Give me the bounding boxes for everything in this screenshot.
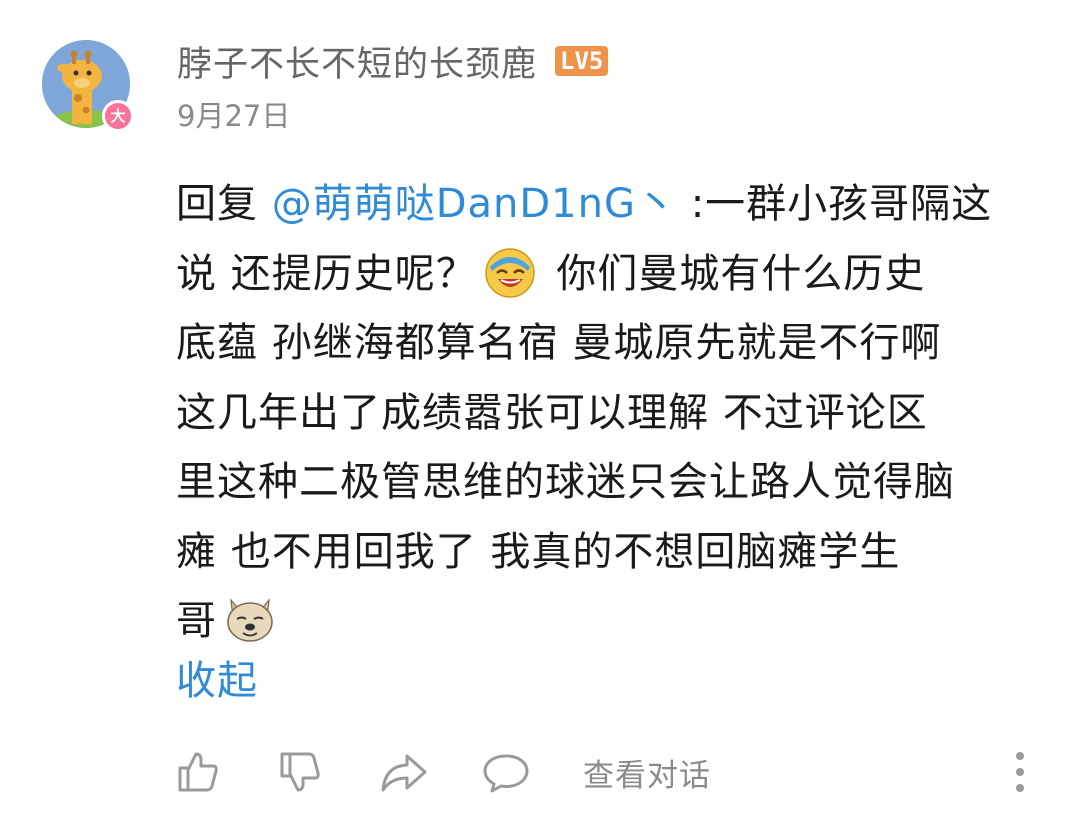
comment-line-5: 里这种二极管思维的球迷只会让路人觉得脑 — [176, 459, 955, 505]
more-options-button[interactable] — [1004, 742, 1036, 802]
thumbs-up-icon — [178, 752, 218, 792]
share-button[interactable] — [376, 742, 432, 802]
comment-text: 你们曼城有什么历史 — [542, 250, 926, 297]
share-icon — [381, 754, 427, 792]
comment-text: 说 还提历史呢？ — [176, 250, 477, 297]
user-header: 脖子不长不短的长颈鹿 LV5 — [177, 36, 609, 87]
comment-line-6: 瘫 也不用回我了 我真的不想回脑瘫学生 — [176, 528, 901, 575]
view-thread-link[interactable]: 查看对话 — [583, 750, 711, 795]
level-badge: LV5 — [555, 46, 609, 76]
thumbs-down-icon — [280, 752, 320, 792]
vip-badge: 大 — [102, 100, 134, 132]
mention-link[interactable]: @萌萌哒DanD1nG丶 — [272, 181, 677, 227]
like-button[interactable] — [170, 742, 226, 802]
comment-date: 9月27日 — [177, 99, 291, 133]
reply-bubble-icon — [483, 754, 529, 793]
reply-prefix: 回复 — [176, 181, 272, 227]
comment-line-2: 说 还提历史呢？ 你们曼城有什么历史 — [176, 240, 1046, 310]
doge-emoji-icon — [227, 598, 273, 642]
collapse-link[interactable]: 收起 — [176, 648, 258, 706]
username[interactable]: 脖子不长不短的长颈鹿 — [177, 36, 537, 87]
comment-line-4: 这几年出了成绩嚣张可以理解 不过评论区 — [176, 389, 928, 436]
comment-line-3: 底蕴 孙继海都算名宿 曼城原先就是不行啊 — [176, 320, 942, 366]
comment-text: 哥 — [176, 598, 217, 644]
avatar-container[interactable]: 大 — [42, 40, 134, 132]
laughing-face-emoji-icon — [484, 247, 535, 298]
comment-line-1: 回复 @萌萌哒DanD1nG丶 :一群小孩哥隔这 — [176, 170, 1046, 240]
more-vertical-icon — [1016, 752, 1024, 792]
action-bar: 查看对话 — [0, 742, 1080, 802]
reply-button[interactable] — [478, 742, 534, 802]
comment-line-7: 哥 — [176, 587, 1046, 657]
comment-body: 回复 @萌萌哒DanD1nG丶 :一群小孩哥隔这 说 还提历史呢？ 你们曼城有什… — [176, 170, 1046, 657]
dislike-button[interactable] — [272, 742, 328, 802]
comment-text: :一群小孩哥隔这 — [676, 181, 993, 227]
